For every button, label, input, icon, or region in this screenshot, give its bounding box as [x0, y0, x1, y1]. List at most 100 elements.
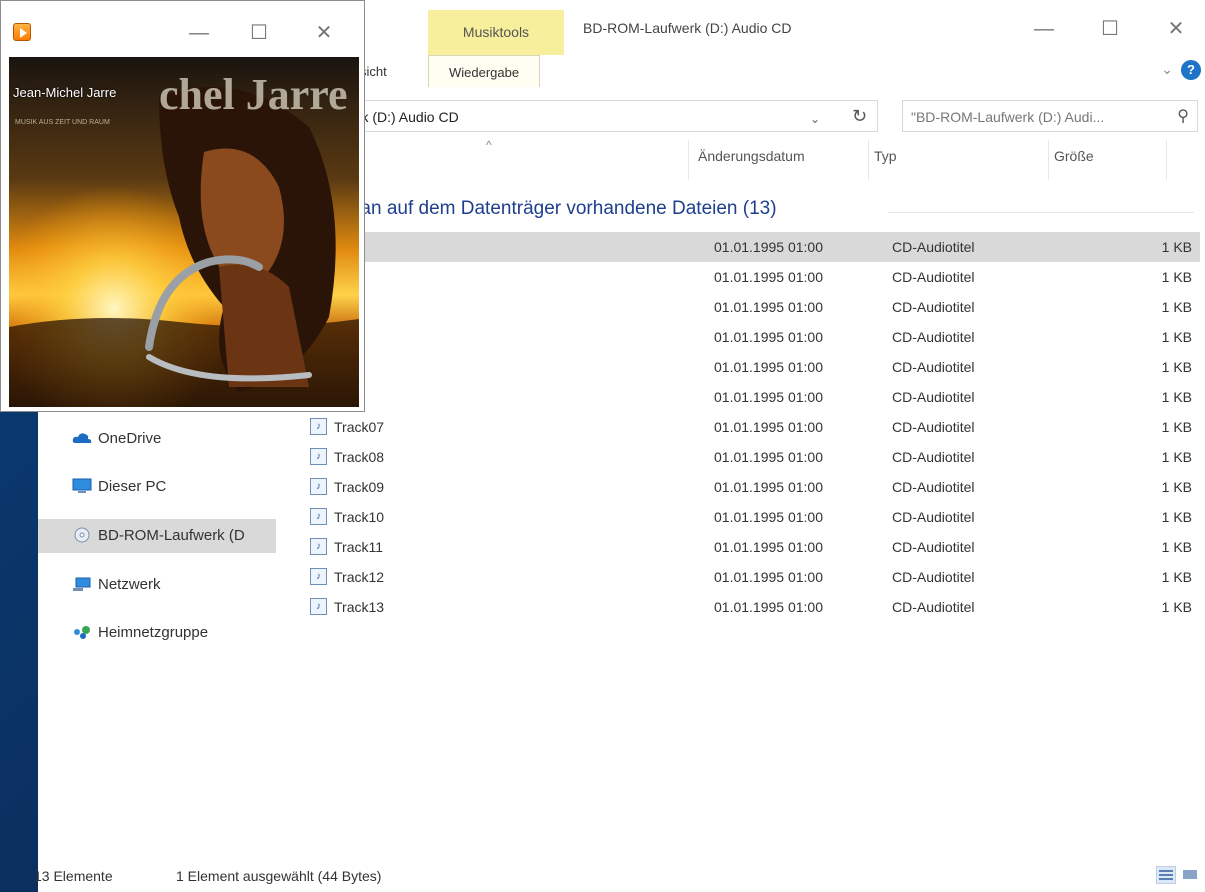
file-size: 1 KB	[1161, 569, 1192, 585]
file-size: 1 KB	[1161, 329, 1192, 345]
column-separator[interactable]	[688, 140, 689, 180]
nav-item-bd-rom[interactable]: BD-ROM-Laufwerk (D	[38, 519, 276, 553]
file-type: CD-Audiotitel	[892, 569, 975, 585]
file-row[interactable]: ♪ Track11 01.01.1995 01:00 CD-Audiotitel 1 K…	[296, 532, 1200, 562]
search-icon: ⚲	[1177, 108, 1189, 125]
sort-ascending-icon: ^	[486, 138, 492, 152]
album-cover-image: chel Jarre MUSIK AUS ZEIT UND RAUM	[9, 57, 359, 407]
file-date: 01.01.1995 01:00	[714, 569, 823, 585]
musiktools-tab-group[interactable]: Musiktools	[428, 10, 564, 55]
file-row[interactable]: ♪ Track09 01.01.1995 01:00 CD-Audiotitel 1 K…	[296, 472, 1200, 502]
column-header-type[interactable]: Typ	[874, 148, 897, 164]
player-close-button[interactable]: ✕	[304, 19, 344, 47]
search-field[interactable]: "BD-ROM-Laufwerk (D:) Audi... ⚲	[902, 100, 1198, 132]
large-icons-view-button[interactable]	[1180, 866, 1200, 884]
file-type: CD-Audiotitel	[892, 539, 975, 555]
file-name: Track08	[334, 449, 385, 465]
refresh-icon[interactable]: ↻	[852, 106, 867, 127]
cd-audio-file-icon: ♪	[310, 568, 327, 585]
file-date: 01.01.1995 01:00	[714, 269, 823, 285]
album-artist-text: Jean-Michel Jarre	[13, 85, 117, 100]
disc-icon	[74, 527, 90, 543]
file-row[interactable]: ♪ Track13 01.01.1995 01:00 CD-Audiotitel 1 K…	[296, 592, 1200, 622]
homegroup-icon	[74, 626, 90, 639]
file-type: CD-Audiotitel	[892, 419, 975, 435]
nav-item-onedrive[interactable]: OneDrive	[38, 422, 276, 456]
file-row[interactable]: ♪ Track08 01.01.1995 01:00 CD-Audiotitel 1 K…	[296, 442, 1200, 472]
column-separator[interactable]	[1166, 140, 1167, 180]
file-type: CD-Audiotitel	[892, 449, 975, 465]
file-row[interactable]: ♪ck0401.01.1995 01:00CD-Audiotitel1 KB	[296, 322, 1200, 352]
file-row[interactable]: ♪ck0601.01.1995 01:00CD-Audiotitel1 KB	[296, 382, 1200, 412]
column-separator[interactable]	[868, 140, 869, 180]
file-type: CD-Audiotitel	[892, 479, 975, 495]
cd-audio-file-icon: ♪	[310, 508, 327, 525]
file-name: Track13	[334, 599, 385, 615]
file-name: Track12	[334, 569, 385, 585]
file-date: 01.01.1995 01:00	[714, 479, 823, 495]
file-row[interactable]: ♪ck0501.01.1995 01:00CD-Audiotitel1 KB	[296, 352, 1200, 382]
cd-audio-file-icon: ♪	[310, 478, 327, 495]
file-size: 1 KB	[1161, 419, 1192, 435]
close-button[interactable]: ✕	[1156, 14, 1196, 44]
nav-label: OneDrive	[98, 430, 162, 447]
ribbon-expand-chevron-icon[interactable]: ⌄	[1161, 61, 1173, 78]
column-header-date[interactable]: Änderungsdatum	[698, 148, 805, 164]
file-row[interactable]: ♪ck0301.01.1995 01:00CD-Audiotitel1 KB	[296, 292, 1200, 322]
file-row[interactable]: ♪ Track10 01.01.1995 01:00 CD-Audiotitel 1 K…	[296, 502, 1200, 532]
group-header[interactable]: entan auf dem Datenträger vorhandene Dat…	[334, 198, 777, 220]
cd-audio-file-icon: ♪	[310, 598, 327, 615]
help-icon[interactable]: ?	[1181, 60, 1201, 80]
file-type: CD-Audiotitel	[892, 389, 975, 405]
network-icon	[73, 577, 91, 591]
address-dropdown-icon[interactable]: ⌄	[810, 112, 820, 126]
album-art[interactable]: chel Jarre MUSIK AUS ZEIT UND RAUM Jean-…	[9, 57, 359, 407]
media-player-window: — ☐ ✕ chel Jarre MUSIK AUS ZEIT UND RAUM…	[0, 0, 365, 412]
file-type: CD-Audiotitel	[892, 509, 975, 525]
file-row[interactable]: ♪ck0201.01.1995 01:00CD-Audiotitel1 KB	[296, 262, 1200, 292]
file-size: 1 KB	[1161, 449, 1192, 465]
file-type: CD-Audiotitel	[892, 269, 975, 285]
nav-item-heimnetzgruppe[interactable]: Heimnetzgruppe	[38, 616, 276, 650]
minimize-icon: —	[1034, 18, 1054, 40]
nav-label: Heimnetzgruppe	[98, 624, 209, 641]
file-size: 1 KB	[1161, 479, 1192, 495]
file-row[interactable]: ♪ Track12 01.01.1995 01:00 CD-Audiotitel 1 K…	[296, 562, 1200, 592]
file-type: CD-Audiotitel	[892, 599, 975, 615]
cd-audio-file-icon: ♪	[310, 418, 327, 435]
maximize-icon: ☐	[250, 22, 268, 44]
file-row[interactable]: ♪ck0101.01.1995 01:00CD-Audiotitel1 KB	[296, 232, 1200, 262]
file-row[interactable]: ♪ Track07 01.01.1995 01:00 CD-Audiotitel 1 K…	[296, 412, 1200, 442]
maximize-icon: ☐	[1101, 18, 1119, 40]
nav-item-netzwerk[interactable]: Netzwerk	[38, 568, 276, 602]
file-date: 01.01.1995 01:00	[714, 449, 823, 465]
close-icon: ✕	[315, 22, 333, 44]
nav-item-dieser-pc[interactable]: Dieser PC	[38, 470, 276, 504]
media-player-logo-icon	[13, 23, 31, 41]
file-date: 01.01.1995 01:00	[714, 419, 823, 435]
player-maximize-button[interactable]: ☐	[239, 19, 279, 47]
file-name: Track10	[334, 509, 385, 525]
player-minimize-button[interactable]: —	[179, 19, 219, 47]
tab-wiedergabe[interactable]: Wiedergabe	[428, 55, 541, 87]
file-type: CD-Audiotitel	[892, 359, 975, 375]
window-title: BD-ROM-Laufwerk (D:) Audio CD	[583, 20, 792, 36]
file-type: CD-Audiotitel	[892, 299, 975, 315]
minimize-button[interactable]: —	[1024, 14, 1064, 44]
file-type: CD-Audiotitel	[892, 329, 975, 345]
column-separator[interactable]	[1048, 140, 1049, 180]
details-view-button[interactable]	[1156, 866, 1176, 884]
file-date: 01.01.1995 01:00	[714, 359, 823, 375]
file-date: 01.01.1995 01:00	[714, 389, 823, 405]
file-date: 01.01.1995 01:00	[714, 599, 823, 615]
status-selection: 1 Element ausgewählt (44 Bytes)	[176, 868, 382, 884]
file-list: ^ Änderungsdatum Typ Größe entan auf dem…	[276, 136, 1205, 856]
column-header-size[interactable]: Größe	[1054, 148, 1094, 164]
file-name: Track07	[334, 419, 385, 435]
file-date: 01.01.1995 01:00	[714, 509, 823, 525]
maximize-button[interactable]: ☐	[1090, 14, 1130, 44]
file-date: 01.01.1995 01:00	[714, 539, 823, 555]
large-icons-view-icon	[1183, 870, 1197, 879]
status-bar: 13 Elemente 1 Element ausgewählt (44 Byt…	[34, 856, 1205, 892]
file-size: 1 KB	[1161, 299, 1192, 315]
